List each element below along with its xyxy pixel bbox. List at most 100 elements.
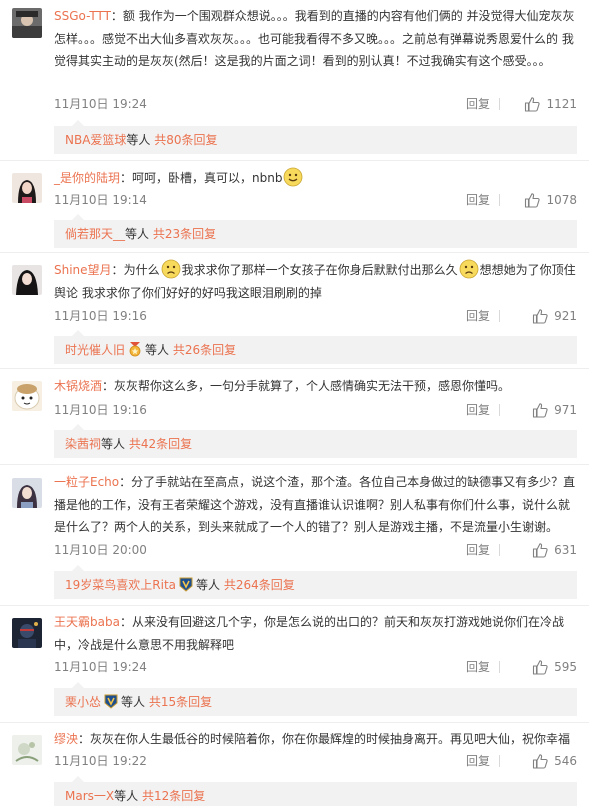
sub-reply-count[interactable]: 共23条回复 (153, 227, 216, 241)
divider (499, 310, 500, 322)
sub-reply-user[interactable]: 19岁菜鸟喜欢上Rita (65, 578, 176, 592)
divider (0, 252, 589, 253)
avatar[interactable] (12, 173, 42, 203)
sub-reply-mid: 等人 (101, 437, 126, 451)
like-button[interactable]: 631 (532, 541, 577, 559)
comment-time: 11月10日 19:16 (54, 309, 147, 323)
sub-reply-count[interactable]: 共15条回复 (149, 695, 212, 709)
comment-username[interactable]: 一粒子Echo (54, 475, 119, 489)
comment-body: 木锅烧酒：灰灰帮你这么多，一句分手就算了，个人感情确实无法干预，感恩你懂吗。 (54, 379, 511, 393)
comment-time: 11月10日 19:16 (54, 403, 147, 417)
thumbs-up-icon (533, 543, 548, 558)
sub-replies[interactable]: 时光催人旧 等人 共26条回复 (54, 330, 577, 364)
comment-time: 11月10日 19:22 (54, 754, 147, 768)
like-button[interactable]: 595 (532, 658, 577, 676)
like-count: 921 (554, 309, 577, 323)
sub-reply-count[interactable]: 共264条回复 (224, 578, 295, 592)
sad-emoji-icon (161, 259, 180, 279)
comment-username[interactable]: 缪泱 (54, 732, 78, 746)
divider (499, 404, 500, 416)
sub-reply-count[interactable]: 共12条回复 (142, 789, 205, 803)
thumbs-up-icon (525, 97, 541, 112)
reply-button[interactable]: 回复 (466, 95, 490, 113)
sub-replies[interactable]: 19岁菜鸟喜欢上Rita 等人 共264条回复 (54, 565, 577, 599)
comment-meta: 11月10日 19:24 回复 1121 (54, 95, 577, 113)
avatar[interactable] (12, 618, 42, 648)
comment-meta: 11月10日 19:14 回复 1078 (54, 191, 577, 209)
comment-username[interactable]: Shine望月 (54, 263, 112, 277)
reply-button[interactable]: 回复 (466, 401, 490, 419)
reply-button[interactable]: 回复 (466, 752, 490, 770)
like-button[interactable]: 921 (532, 307, 577, 325)
sub-reply-count[interactable]: 共26条回复 (173, 343, 236, 357)
divider (499, 194, 500, 206)
comment-meta: 11月10日 19:24 回复 595 (54, 658, 577, 676)
reply-button[interactable]: 回复 (466, 307, 490, 325)
smile-emoji-icon (284, 167, 303, 187)
sub-replies[interactable]: NBA爱篮球等人 共80条回复 (54, 120, 577, 154)
comment-username[interactable]: _是你的陆玥 (54, 171, 120, 185)
thumbs-up-icon (525, 193, 541, 208)
sub-reply-user[interactable]: NBA爱篮球 (65, 133, 126, 147)
sub-replies[interactable]: 倘若那天__等人 共23条回复 (54, 214, 577, 248)
like-count: 1078 (546, 193, 577, 207)
sub-reply-user[interactable]: 栗小怂 (65, 695, 101, 709)
avatar[interactable] (12, 265, 42, 295)
sub-replies[interactable]: Mars一X等人 共12条回复 (54, 776, 577, 806)
comment-username[interactable]: SSGo-TTT (54, 9, 111, 23)
like-button[interactable]: 971 (532, 401, 577, 419)
sub-reply-count[interactable]: 共80条回复 (154, 133, 217, 147)
comment-username[interactable]: 木锅烧酒 (54, 379, 102, 393)
avatar[interactable] (12, 8, 42, 38)
reply-button[interactable]: 回复 (466, 541, 490, 559)
comment-meta: 11月10日 19:16 回复 921 (54, 307, 577, 325)
comment-text-part-2: 我求求你了那样一个女孩子在你身后默默付出那么久 (181, 263, 458, 277)
comment-body: 缪泱：灰灰在你人生最低谷的时候陪着你，你在你最辉煌的时候抽身离开。再见吧大仙，祝… (54, 732, 571, 746)
sub-reply-user[interactable]: 染茜祠 (65, 437, 101, 451)
sad-emoji-icon (459, 259, 478, 279)
avatar[interactable] (12, 381, 42, 411)
like-button[interactable]: 1121 (524, 95, 577, 113)
thumbs-up-icon (533, 754, 548, 769)
comment-time: 11月10日 19:24 (54, 660, 147, 674)
sub-reply-user[interactable]: 时光催人旧 (65, 343, 125, 357)
sub-reply-user[interactable]: Mars一X (65, 789, 114, 803)
comment-text-part-1: 为什么 (123, 263, 160, 277)
like-count: 971 (554, 403, 577, 417)
comment-list: SSGo-TTT：额 我作为一个围观群众想说。。。我看到的直播的内容有他们俩的 … (0, 0, 589, 806)
sub-reply-mid: 等人 (114, 789, 139, 803)
comment-meta: 11月10日 20:00 回复 631 (54, 541, 577, 559)
sub-reply-mid: 等人 (125, 227, 150, 241)
avatar[interactable] (12, 478, 42, 508)
sub-replies[interactable]: 栗小怂 等人 共15条回复 (54, 682, 577, 716)
avatar[interactable] (12, 735, 42, 765)
reply-button[interactable]: 回复 (466, 191, 490, 209)
divider (0, 464, 589, 465)
comment-text: 灰灰帮你这么多，一句分手就算了，个人感情确实无法干预，感恩你懂吗。 (114, 379, 511, 393)
comment-body: SSGo-TTT：额 我作为一个围观群众想说。。。我看到的直播的内容有他们俩的 … (54, 9, 575, 68)
comment-meta: 11月10日 19:22 回复 546 (54, 752, 577, 770)
thumbs-up-icon (533, 660, 548, 675)
comment-body: Shine望月：为什么 我求求你了那样一个女孩子在你身后默默付出那么久 想想她为了你… (54, 259, 576, 304)
sub-replies[interactable]: 染茜祠等人 共42条回复 (54, 424, 577, 458)
comment-time: 11月10日 19:14 (54, 193, 147, 207)
comment-username[interactable]: 王天霸baba (54, 615, 120, 629)
like-button[interactable]: 1078 (524, 191, 577, 209)
sub-reply-mid: 等人 (145, 343, 170, 357)
game-badge-icon (104, 694, 118, 709)
sub-reply-mid: 等人 (126, 133, 151, 147)
divider (499, 98, 500, 110)
comment-text: 分了手就站在至高点，说这个渣，那个渣。各位自己本身做过的缺德事又有多少？直播是他… (54, 475, 576, 534)
like-button[interactable]: 546 (532, 752, 577, 770)
like-count: 1121 (546, 97, 577, 111)
divider (499, 755, 500, 767)
sub-reply-user[interactable]: 倘若那天__ (65, 227, 125, 241)
comment-body: 一粒子Echo：分了手就站在至高点，说这个渣，那个渣。各位自己本身做过的缺德事又… (54, 475, 576, 534)
thumbs-up-icon (533, 309, 548, 324)
sub-reply-count[interactable]: 共42条回复 (129, 437, 192, 451)
comment-text: 呵呵，卧槽，真可以，nbnb (132, 171, 283, 185)
divider (0, 160, 589, 161)
comment-time: 11月10日 19:24 (54, 97, 147, 111)
comment-meta: 11月10日 19:16 回复 971 (54, 401, 577, 419)
reply-button[interactable]: 回复 (466, 658, 490, 676)
